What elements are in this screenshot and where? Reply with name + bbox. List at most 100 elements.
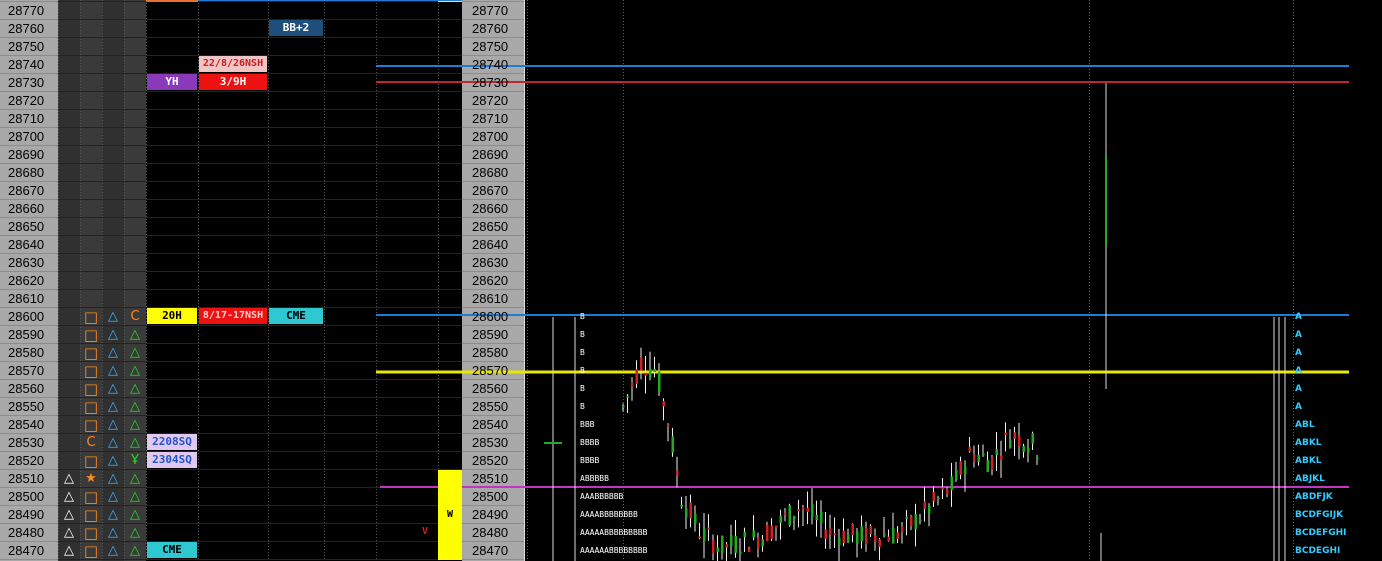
candle-body [883, 533, 886, 536]
h20-tag[interactable]: 20H [147, 308, 197, 324]
candle-body [1013, 432, 1016, 439]
tpo-right-row: A [1295, 384, 1302, 394]
price-label: 28620 [8, 273, 45, 288]
price-label: 28770 [8, 3, 45, 18]
candle-body [838, 537, 841, 546]
triangle-icon: △ [108, 471, 118, 486]
price-label: 28570 [472, 363, 509, 378]
price-label: 28590 [472, 327, 509, 342]
price-label: 28720 [8, 93, 45, 108]
triangle-icon: △ [108, 453, 118, 468]
price-label: 28580 [8, 345, 45, 360]
price-label: 28480 [472, 525, 509, 540]
triangle-icon: △ [64, 525, 74, 540]
candle-body [793, 516, 796, 520]
price-label: 28540 [8, 417, 45, 432]
candle-body [1009, 440, 1012, 448]
candle-body [865, 527, 868, 545]
candle-body [671, 436, 674, 453]
candle-body [901, 526, 904, 533]
orange-top-strip [146, 0, 198, 2]
nsh-tag-2[interactable]: 8/17-17NSH [199, 308, 267, 324]
sq-tag-1[interactable]: 2208SQ [147, 434, 197, 450]
triangle-icon: △ [108, 417, 118, 432]
square-icon: □ [83, 380, 99, 398]
price-label: 28570 [8, 363, 45, 378]
price-label: 28630 [8, 255, 45, 270]
bb2-tag[interactable]: BB+2 [269, 20, 323, 36]
candle-body [622, 405, 625, 408]
triangle-icon: △ [108, 381, 118, 396]
price-label: 28620 [472, 273, 509, 288]
triangle-icon: △ [108, 435, 118, 450]
candle-body [964, 466, 967, 475]
price-label: 28700 [8, 129, 45, 144]
sq-tag-2[interactable]: 2304SQ [147, 452, 197, 468]
candle-body [847, 534, 850, 543]
triangle-icon: △ [130, 363, 140, 378]
price-label: 28640 [472, 237, 509, 252]
candle-body [739, 550, 742, 555]
price-label: 28740 [8, 57, 45, 72]
candle-body [676, 470, 679, 476]
candle-body [1018, 435, 1021, 447]
price-label: 28710 [472, 111, 509, 126]
tpo-right-row: BCDEGHI [1295, 546, 1341, 556]
triangle-icon: △ [64, 489, 74, 504]
price-label: 28760 [8, 21, 45, 36]
v-marker[interactable]: V [416, 524, 434, 540]
candle-body [1027, 447, 1030, 453]
candle-body [689, 502, 692, 519]
candle-body [667, 424, 670, 427]
cme-tag-1[interactable]: CME [269, 308, 323, 324]
triangle-icon: △ [64, 543, 74, 558]
tpo-left-row: B [580, 402, 585, 411]
candle-body [649, 368, 652, 377]
candle-body [941, 487, 944, 490]
candle-body [748, 548, 751, 552]
yen-icon: Ұ [131, 453, 139, 468]
candle-body [640, 357, 643, 371]
price-label: 28760 [472, 21, 509, 36]
triangle-icon: △ [108, 309, 118, 324]
candle-body [869, 525, 872, 535]
tpo-right-row: BCDEFGHI [1295, 528, 1347, 538]
triangle-icon: △ [130, 507, 140, 522]
price-label: 28630 [472, 255, 509, 270]
candle-body [712, 540, 715, 554]
candle-body [829, 528, 832, 535]
trading-chart-window: 28770 28760 28750 28740 28730 28720 28710 28700… [0, 0, 1382, 561]
price-label: 28690 [8, 147, 45, 162]
price-label: 28490 [472, 507, 509, 522]
tpo-left-row: B [580, 366, 585, 375]
candle-body [685, 508, 688, 518]
price-label: 28640 [8, 237, 45, 252]
nsh-tag-1[interactable]: 22/8/26NSH [199, 56, 267, 72]
tpo-left-row: BBBB [580, 438, 600, 447]
triangle-icon: △ [108, 543, 118, 558]
price-label: 28480 [8, 525, 45, 540]
yh-tag[interactable]: YH [147, 74, 197, 90]
triangle-icon: △ [64, 471, 74, 486]
tpo-right-row: A [1295, 402, 1302, 412]
triangle-icon: △ [108, 363, 118, 378]
candle-body [658, 371, 661, 392]
price-label: 28730 [8, 75, 45, 90]
tpo-left-row: B [580, 312, 585, 321]
cme-tag-2[interactable]: CME [147, 542, 197, 558]
candle-body [892, 527, 895, 544]
candle-body [910, 516, 913, 527]
candle-body [986, 459, 989, 473]
triangle-icon: △ [64, 507, 74, 522]
price-label: 28750 [472, 39, 509, 54]
tpo-left-row: ABBBBB [580, 474, 609, 483]
price-label: 28610 [8, 291, 45, 306]
h398-tag[interactable]: 3/9H [199, 74, 267, 90]
tpo-left-row: BBB [580, 420, 595, 429]
w-marker[interactable]: W [438, 470, 462, 560]
square-icon: □ [83, 506, 99, 524]
candle-body [1022, 446, 1025, 452]
candle-body [1036, 457, 1039, 460]
price-label: 28670 [472, 183, 509, 198]
candle-body [878, 539, 881, 547]
